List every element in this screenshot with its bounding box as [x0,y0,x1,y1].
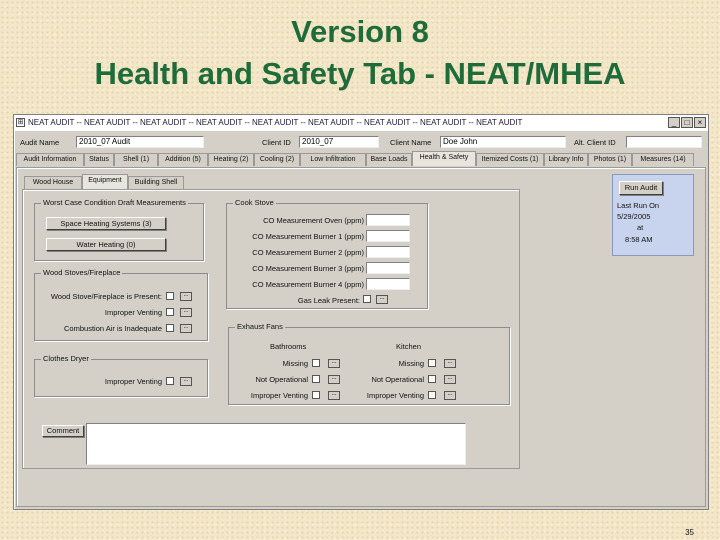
kitchen-improper-venting-lookup-icon[interactable]: ... [444,391,456,400]
worst-case-group: Worst Case Condition Draft Measurements [34,198,204,261]
kitchen-improper-venting-label: Improper Venting [366,391,424,400]
window-title: NEAT AUDIT -- NEAT AUDIT -- NEAT AUDIT -… [28,118,523,127]
kitchen-missing-label: Missing [398,359,424,368]
bath-not-operational-lookup-icon[interactable]: ... [328,375,340,384]
bath-missing-label: Missing [282,359,308,368]
tab-low-infiltration[interactable]: Low Infiltration [300,153,366,166]
wood-stoves-title: Wood Stoves/Fireplace [41,268,123,277]
comment-button[interactable]: Comment [42,425,84,437]
last-run-date: 5/29/2005 [617,212,651,221]
combustion-air-checkbox[interactable] [166,324,174,332]
bath-not-operational-checkbox[interactable] [312,375,320,383]
maximize-icon[interactable]: □ [681,117,693,128]
combustion-air-label: Combustion Air is Inadequate [64,324,162,333]
combustion-air-lookup-icon[interactable]: ... [180,324,192,333]
last-run-time: 8:58 AM [625,235,653,244]
co-burner1-label: CO Measurement Burner 1 (ppm) [252,232,364,241]
page-number: 35 [685,528,694,537]
co-oven-field[interactable] [366,214,410,226]
subtab-wood-house[interactable]: Wood House [24,176,82,189]
comment-field[interactable] [86,423,466,465]
audit-name-field[interactable]: 2010_07 Audit [76,136,204,148]
co-burner2-label: CO Measurement Burner 2 (ppm) [252,248,364,257]
wood-improper-venting-label: Improper Venting [104,308,162,317]
bath-missing-lookup-icon[interactable]: ... [328,359,340,368]
bath-missing-checkbox[interactable] [312,359,320,367]
tab-audit-information[interactable]: Audit Information [16,153,84,166]
window-controls: _ □ × [668,117,706,128]
gas-leak-lookup-icon[interactable]: ... [376,295,388,304]
last-run-at: at [637,223,644,232]
kitchen-not-operational-checkbox[interactable] [428,375,436,383]
tab-measures[interactable]: Measures (14) [632,153,694,166]
kitchen-not-operational-lookup-icon[interactable]: ... [444,375,456,384]
bath-improper-venting-label: Improper Venting [250,391,308,400]
client-id-field[interactable]: 2010_07 [299,136,379,148]
exhaust-fans-title: Exhaust Fans [235,322,285,331]
bath-not-operational-label: Not Operational [255,375,308,384]
gas-leak-label: Gas Leak Present: [297,296,360,305]
clothes-dryer-title: Clothes Dryer [41,354,91,363]
co-burner1-field[interactable] [366,230,410,242]
kitchen-improper-venting-checkbox[interactable] [428,391,436,399]
client-name-field[interactable]: Doe John [440,136,566,148]
alt-client-id-field[interactable] [626,136,702,148]
tab-base-loads[interactable]: Base Loads [366,153,412,166]
subtab-building-shell[interactable]: Building Shell [128,176,184,189]
kitchen-missing-checkbox[interactable] [428,359,436,367]
cook-stove-title: Cook Stove [233,198,276,207]
co-burner2-field[interactable] [366,246,410,258]
close-icon[interactable]: × [694,117,706,128]
co-burner3-label: CO Measurement Burner 3 (ppm) [252,264,364,273]
tab-heating[interactable]: Heating (2) [208,153,254,166]
bath-improper-venting-checkbox[interactable] [312,391,320,399]
neat-audit-window: ⊞ NEAT AUDIT -- NEAT AUDIT -- NEAT AUDIT… [13,114,709,510]
wood-improper-venting-lookup-icon[interactable]: ... [180,308,192,317]
bathrooms-header: Bathrooms [270,342,307,351]
minimize-icon[interactable]: _ [668,117,680,128]
wood-stove-present-checkbox[interactable] [166,292,174,300]
alt-client-id-label: Alt. Client ID [574,138,616,147]
co-burner4-field[interactable] [366,278,410,290]
tab-photos[interactable]: Photos (1) [588,153,632,166]
kitchen-missing-lookup-icon[interactable]: ... [444,359,456,368]
dryer-improper-venting-lookup-icon[interactable]: ... [180,377,192,386]
space-heating-systems-button[interactable]: Space Heating Systems (3) [46,217,166,230]
tab-itemized-costs[interactable]: Itemized Costs (1) [476,153,544,166]
last-run-label: Last Run On [617,201,660,210]
slide-title-line1: Version 8 [291,14,429,49]
subtab-equipment[interactable]: Equipment [82,174,128,189]
tab-shell[interactable]: Shell (1) [114,153,158,166]
tab-addition[interactable]: Addition (5) [158,153,208,166]
co-burner4-label: CO Measurement Burner 4 (ppm) [252,280,364,289]
co-burner3-field[interactable] [366,262,410,274]
kitchen-not-operational-label: Not Operational [371,375,424,384]
bath-improper-venting-lookup-icon[interactable]: ... [328,391,340,400]
tab-health-safety[interactable]: Health & Safety [412,151,476,166]
audit-name-label: Audit Name [20,138,60,147]
water-heating-button[interactable]: Water Heating (0) [46,238,166,251]
client-id-label: Client ID [262,138,291,147]
wood-stove-present-label: Wood Stove/Fireplace is Present: [50,292,162,301]
kitchen-header: Kitchen [396,342,422,351]
tab-library-info[interactable]: Library Info [544,153,588,166]
worst-case-title: Worst Case Condition Draft Measurements [41,198,188,207]
tab-status[interactable]: Status [84,153,114,166]
run-audit-button[interactable]: Run Audit [619,181,663,195]
co-oven-label: CO Measurement Oven (ppm) [263,216,364,225]
dryer-improper-venting-checkbox[interactable] [166,377,174,385]
dryer-improper-venting-label: Improper Venting [104,377,162,386]
wood-stove-present-lookup-icon[interactable]: ... [180,292,192,301]
tab-cooling[interactable]: Cooling (2) [254,153,300,166]
window-titlebar: ⊞ NEAT AUDIT -- NEAT AUDIT -- NEAT AUDIT… [14,115,708,131]
slide-title-line2: Health and Safety Tab - NEAT/MHEA [94,56,626,91]
gas-leak-checkbox[interactable] [363,295,371,303]
run-audit-box: Run Audit Last Run On 5/29/2005 at 8:58 … [612,174,694,256]
client-name-label: Client Name [390,138,432,147]
window-app-icon: ⊞ [16,118,25,127]
wood-improper-venting-checkbox[interactable] [166,308,174,316]
